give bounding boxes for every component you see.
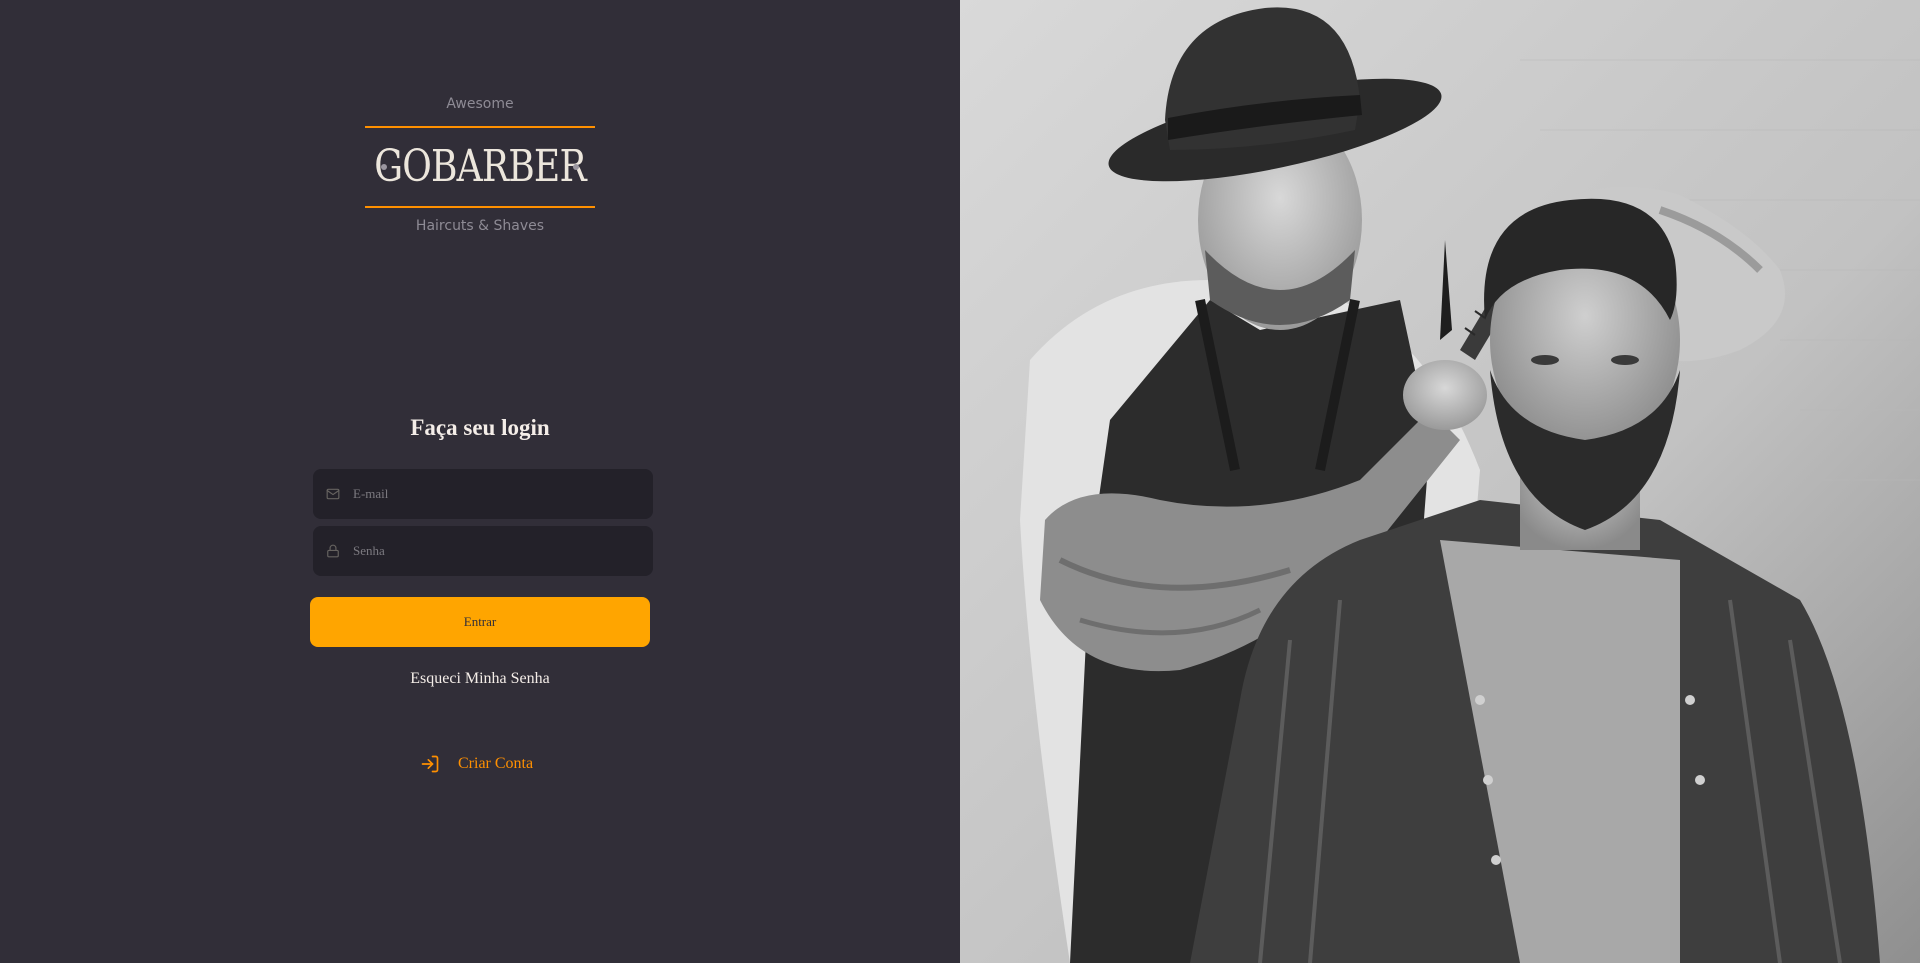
lock-icon xyxy=(325,543,341,559)
email-input[interactable] xyxy=(353,469,653,519)
logo-divider-top xyxy=(365,126,595,128)
create-account-link[interactable]: Criar Conta xyxy=(420,754,533,774)
forgot-password-link[interactable]: Esqueci Minha Senha xyxy=(310,670,650,688)
log-in-icon xyxy=(420,754,440,774)
login-panel: Awesome GOBARBER Haircuts & Shaves Faça … xyxy=(0,0,960,963)
logo-tagline-top: Awesome xyxy=(446,96,514,112)
logo-dot-right xyxy=(573,164,579,170)
login-title: Faça seu login xyxy=(410,415,550,440)
mail-icon xyxy=(325,486,341,502)
password-field[interactable] xyxy=(313,526,653,576)
create-account-label: Criar Conta xyxy=(458,755,534,772)
logo-wordmark: GOBARBER xyxy=(374,140,586,192)
password-input[interactable] xyxy=(353,526,653,576)
logo-divider-bottom xyxy=(365,206,595,208)
barber-photo xyxy=(960,0,1920,963)
hero-image xyxy=(960,0,1920,963)
submit-button[interactable]: Entrar xyxy=(310,597,650,647)
email-field[interactable] xyxy=(313,469,653,519)
logo-tagline-bottom: Haircuts & Shaves xyxy=(415,218,545,234)
login-page: Awesome GOBARBER Haircuts & Shaves Faça … xyxy=(0,0,1920,963)
gobarber-logo: Awesome GOBARBER Haircuts & Shaves xyxy=(365,92,595,234)
